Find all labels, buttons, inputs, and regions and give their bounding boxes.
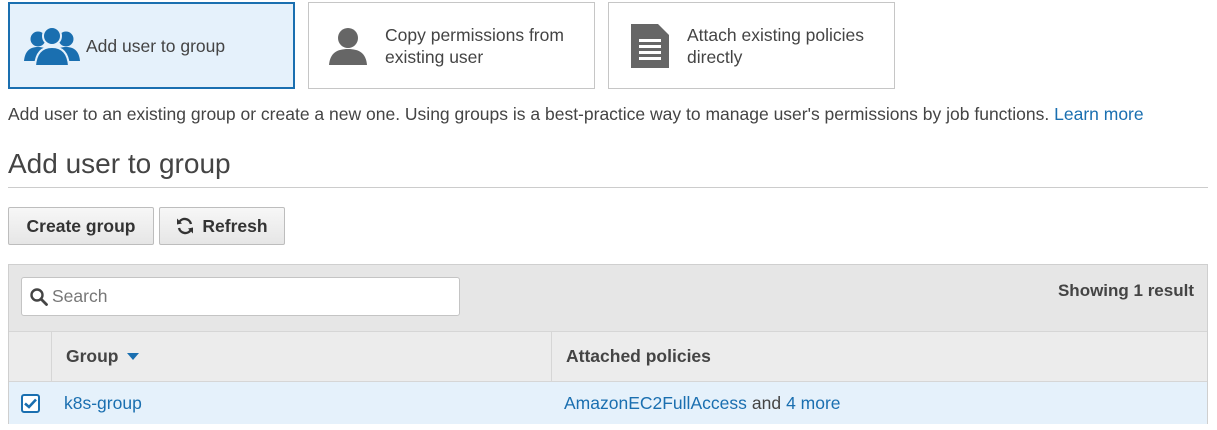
table-row[interactable]: k8s-group AmazonEC2FullAccess and 4 more	[9, 382, 1207, 424]
refresh-icon	[176, 217, 202, 235]
section-title: Add user to group	[8, 148, 231, 179]
column-header-group[interactable]: Group	[52, 332, 552, 381]
description-text: Add user to an existing group or create …	[8, 104, 1050, 124]
divider	[8, 187, 1208, 188]
users-group-icon	[24, 25, 80, 66]
option-copy-permissions[interactable]: Copy permissions from existing user	[308, 2, 595, 89]
search-icon	[30, 287, 48, 306]
option-label: Attach existing policies directly	[687, 24, 865, 67]
group-name-link[interactable]: k8s-group	[64, 393, 142, 414]
row-select[interactable]	[21, 382, 40, 424]
group-cell: k8s-group	[64, 382, 142, 424]
refresh-button[interactable]: Refresh	[159, 207, 285, 245]
result-count: Showing 1 result	[1057, 281, 1194, 300]
option-label: Add user to group	[86, 35, 226, 56]
user-silhouette-icon	[329, 27, 367, 65]
column-header-policies: Attached policies	[552, 332, 1207, 381]
learn-more-link[interactable]: Learn more	[1054, 104, 1144, 124]
refresh-label: Refresh	[202, 215, 268, 236]
option-add-user-to-group[interactable]: Add user to group	[8, 2, 295, 89]
option-label: Copy permissions from existing user	[385, 24, 564, 67]
search-box[interactable]	[21, 277, 460, 316]
column-header-label: Group	[66, 346, 119, 366]
sort-descending-icon	[119, 352, 139, 361]
table-header: Group Attached policies	[9, 331, 1207, 382]
policies-cell: AmazonEC2FullAccess and 4 more	[564, 382, 841, 424]
description: Add user to an existing group or create …	[8, 104, 1144, 125]
policy-conjunction: and	[751, 392, 782, 413]
document-icon	[631, 23, 669, 68]
checkbox-checked-icon[interactable]	[21, 393, 40, 413]
policy-link[interactable]: AmazonEC2FullAccess	[564, 393, 747, 414]
more-policies-link[interactable]: 4 more	[786, 393, 840, 414]
column-header-label: Attached policies	[566, 346, 711, 366]
create-group-button[interactable]: Create group	[8, 207, 154, 245]
option-attach-policies[interactable]: Attach existing policies directly	[608, 2, 895, 89]
header-select-column	[9, 332, 52, 381]
groups-table: Showing 1 result Group Attached policies…	[8, 264, 1208, 424]
search-input[interactable]	[52, 286, 432, 307]
create-group-label: Create group	[26, 215, 136, 236]
table-toolbar: Showing 1 result	[9, 265, 1207, 331]
